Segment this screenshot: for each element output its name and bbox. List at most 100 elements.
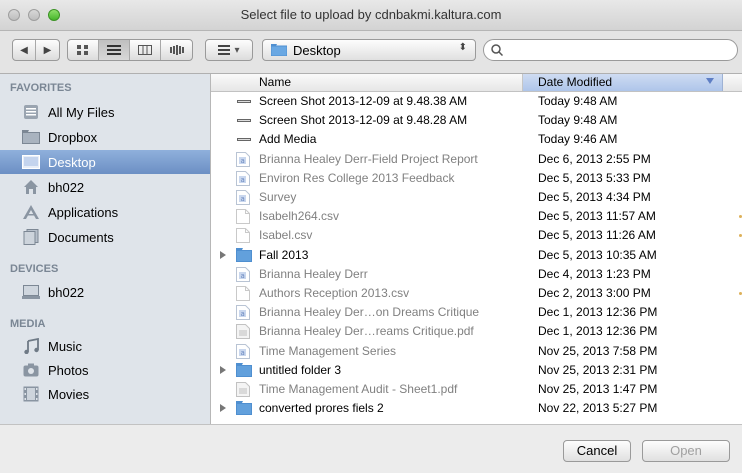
pdf-icon bbox=[236, 382, 252, 397]
sidebar: FAVORITES All My Files Dropbox Desktop b… bbox=[0, 74, 211, 424]
screenshot-icon bbox=[236, 132, 252, 147]
coverflow-view-icon bbox=[169, 45, 184, 55]
file-date-modified: Dec 5, 2013 5:33 PM bbox=[538, 170, 651, 185]
column-header-date-label: Date Modified bbox=[538, 75, 613, 89]
sidebar-item-all-my-files[interactable]: All My Files bbox=[0, 100, 210, 124]
chevron-right-icon: ▶ bbox=[43, 44, 52, 56]
camera-icon bbox=[22, 362, 40, 378]
file-row[interactable]: a Environ Res College 2013 Feedback Dec 5,… bbox=[211, 169, 742, 188]
folder-icon bbox=[236, 247, 252, 263]
coverflow-view-button[interactable] bbox=[161, 40, 192, 60]
file-date-modified: Dec 1, 2013 12:36 PM bbox=[538, 324, 658, 339]
file-row[interactable]: a Survey Dec 5, 2013 4:34 PM bbox=[211, 188, 742, 207]
file-name: Fall 2013 bbox=[259, 247, 309, 262]
dialog-footer: Cancel Open bbox=[0, 424, 742, 473]
sidebar-item-photos[interactable]: Photos bbox=[0, 358, 210, 382]
folder-row[interactable]: Fall 2013 Dec 5, 2013 10:35 AM bbox=[211, 246, 742, 265]
file-row[interactable]: Time Management Audit - Sheet1.pdf Nov 25… bbox=[211, 380, 742, 399]
screenshot-icon bbox=[236, 113, 252, 128]
file-date-modified: Today 9:48 AM bbox=[538, 113, 618, 128]
sidebar-item-documents[interactable]: Documents bbox=[0, 225, 210, 249]
file-row[interactable]: a Brianna Healey Der…on Dreams Critique De… bbox=[211, 303, 742, 322]
document-icon: a bbox=[236, 266, 252, 282]
arrange-button[interactable]: ▾ bbox=[205, 39, 253, 61]
sidebar-item-bh022[interactable]: bh022 bbox=[0, 175, 210, 199]
disclosure-triangle-icon[interactable] bbox=[220, 250, 226, 259]
back-button[interactable]: ◀ bbox=[13, 40, 37, 60]
icon-view-button[interactable] bbox=[68, 40, 99, 60]
column-view-button[interactable] bbox=[130, 40, 161, 60]
file-name: Time Management Audit - Sheet1.pdf bbox=[259, 382, 458, 396]
column-header-date-modified[interactable]: Date Modified bbox=[523, 74, 723, 91]
folder-row[interactable]: converted prores fiels 2 Nov 22, 2013 5:2… bbox=[211, 399, 742, 418]
window-title: Select file to upload by cdnbakmi.kaltur… bbox=[240, 7, 502, 22]
computer-icon bbox=[22, 284, 40, 300]
list-header: Name Date Modified bbox=[211, 74, 742, 92]
search-icon bbox=[491, 44, 503, 56]
document-icon: a bbox=[236, 190, 252, 205]
file-row[interactable]: a Brianna Healey Derr Dec 4, 2013 1:23 PM bbox=[211, 265, 742, 284]
file-name: untitled folder 3 bbox=[259, 362, 342, 377]
file-row[interactable]: Authors Reception 2013.csv Dec 2, 2013 3:… bbox=[211, 284, 742, 303]
file-row[interactable]: Isabel.csv Dec 5, 2013 11:26 AM bbox=[211, 226, 742, 245]
column-view-icon bbox=[138, 45, 152, 55]
sidebar-item-device-bh022[interactable]: bh022 bbox=[0, 280, 210, 304]
file-row[interactable]: Brianna Healey Der…reams Critique.pdf Dec… bbox=[211, 322, 742, 341]
file-date-modified: Nov 22, 2013 5:27 PM bbox=[538, 401, 658, 416]
open-button[interactable]: Open bbox=[642, 440, 730, 462]
file-date-modified: Dec 2, 2013 3:00 PM bbox=[538, 286, 651, 300]
pdf-icon bbox=[236, 324, 252, 340]
folder-icon bbox=[271, 44, 287, 56]
file-name: Screen Shot 2013-12-09 at 9.48.28 AM bbox=[259, 113, 468, 128]
document-icon: a bbox=[236, 305, 252, 321]
disclosure-triangle-icon[interactable] bbox=[220, 404, 226, 413]
arrange-icon bbox=[218, 45, 231, 55]
sidebar-item-movies[interactable]: Movies bbox=[0, 382, 210, 406]
applications-icon bbox=[22, 204, 40, 220]
file-row[interactable]: a Time Management Series Nov 25, 2013 7:58… bbox=[211, 342, 742, 361]
home-icon bbox=[22, 179, 40, 195]
disclosure-triangle-icon[interactable] bbox=[220, 365, 226, 374]
all-files-icon bbox=[22, 104, 40, 120]
document-icon: a bbox=[236, 151, 252, 167]
file-date-modified: Dec 5, 2013 4:34 PM bbox=[538, 190, 651, 204]
file-date-modified: Nov 25, 2013 7:58 PM bbox=[538, 343, 658, 358]
search-field[interactable] bbox=[483, 39, 738, 61]
file-date-modified: Today 9:48 AM bbox=[538, 94, 618, 108]
forward-button[interactable]: ▶ bbox=[36, 40, 59, 60]
location-popup[interactable]: Desktop ⬍ bbox=[262, 39, 476, 61]
file-date-modified: Dec 5, 2013 11:26 AM bbox=[538, 228, 656, 243]
icon-view-icon bbox=[77, 45, 88, 55]
folder-icon bbox=[236, 362, 252, 378]
file-row[interactable]: Isabelh264.csv Dec 5, 2013 11:57 AM bbox=[211, 207, 742, 226]
file-name: Isabel.csv bbox=[259, 228, 313, 243]
sidebar-item-music[interactable]: Music bbox=[0, 334, 210, 358]
folder-icon bbox=[22, 129, 40, 145]
sidebar-item-label: Movies bbox=[48, 386, 90, 402]
document-icon: a bbox=[236, 343, 252, 359]
sidebar-item-label: Music bbox=[48, 338, 82, 354]
column-header-name[interactable]: Name bbox=[211, 74, 523, 91]
list-view-button[interactable] bbox=[99, 40, 130, 60]
sidebar-item-dropbox[interactable]: Dropbox bbox=[0, 125, 210, 149]
sidebar-item-applications[interactable]: Applications bbox=[0, 200, 210, 224]
file-name: Environ Res College 2013 Feedback bbox=[259, 170, 455, 185]
file-name: Time Management Series bbox=[259, 343, 396, 358]
file-row[interactable]: Screen Shot 2013-12-09 at 9.48.38 AM Toda… bbox=[211, 92, 742, 111]
file-date-modified: Dec 5, 2013 10:35 AM bbox=[538, 247, 657, 262]
view-mode-buttons bbox=[67, 39, 193, 61]
folder-row[interactable]: untitled folder 3 Nov 25, 2013 2:31 PM bbox=[211, 361, 742, 380]
chevron-down-icon: ▾ bbox=[234, 44, 240, 56]
svg-text:a: a bbox=[241, 157, 245, 165]
file-date-modified: Dec 4, 2013 1:23 PM bbox=[538, 266, 651, 281]
file-row[interactable]: a Brianna Healey Derr-Field Project Repor… bbox=[211, 150, 742, 169]
file-name: Authors Reception 2013.csv bbox=[259, 286, 410, 300]
file-row[interactable]: Screen Shot 2013-12-09 at 9.48.28 AM Toda… bbox=[211, 111, 742, 130]
file-row[interactable]: Add Media Today 9:46 AM bbox=[211, 130, 742, 149]
sidebar-item-desktop[interactable]: Desktop bbox=[0, 150, 210, 174]
section-media: MEDIA bbox=[10, 318, 46, 330]
sidebar-item-label: Photos bbox=[48, 362, 89, 378]
cancel-button[interactable]: Cancel bbox=[563, 440, 631, 462]
file-name: Brianna Healey Der…on Dreams Critique bbox=[259, 305, 480, 320]
file-name: converted prores fiels 2 bbox=[259, 401, 384, 416]
